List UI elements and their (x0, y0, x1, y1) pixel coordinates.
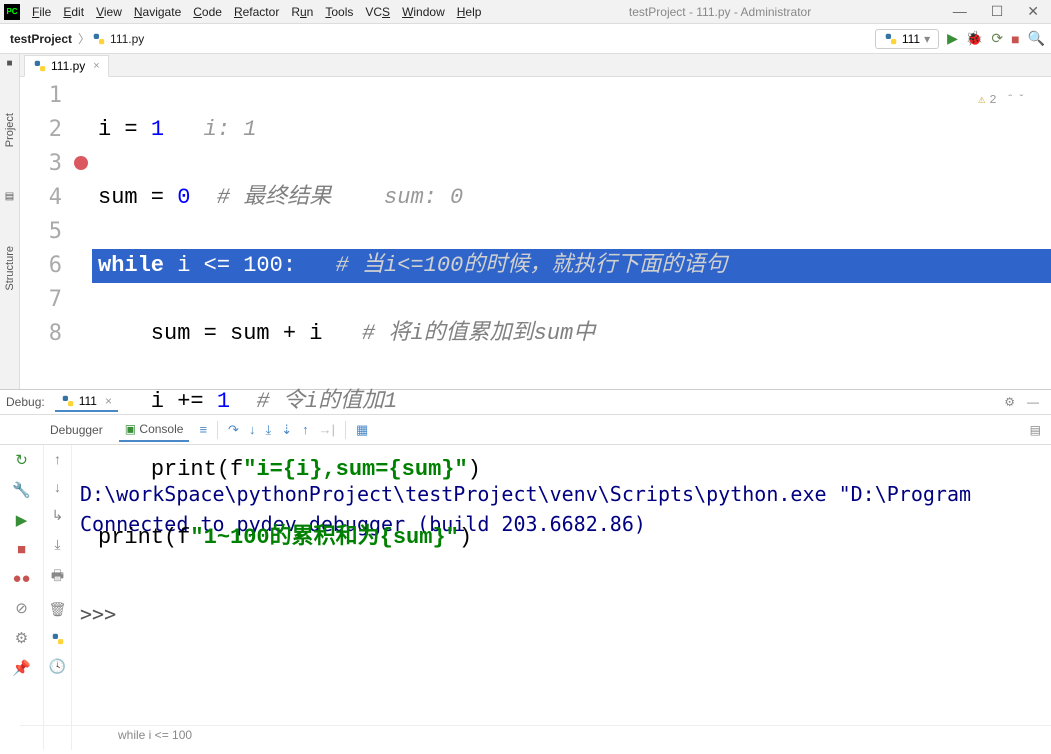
chevron-down-icon: ▾ (924, 32, 930, 46)
debug-button[interactable]: 🐞 (966, 30, 983, 47)
editor-body[interactable]: 12345678 i = 1 i: 1 sum = 0 # 最终结果 sum: … (20, 77, 1051, 725)
python-file-icon (92, 32, 106, 46)
app-logo: PC (4, 4, 20, 20)
chevron-up-icon[interactable]: ˆ (1007, 83, 1014, 117)
inline-hint: sum: 0 (384, 185, 463, 210)
menu-tools[interactable]: Tools (319, 3, 359, 21)
python-file-icon (33, 59, 47, 73)
execution-line-highlight: while i <= 100: # 当i<=100的时候，就执行下面的语句 (92, 249, 1051, 283)
menu-file[interactable]: File (26, 3, 57, 21)
chevron-right-icon: 〉 (76, 30, 92, 47)
run-button[interactable]: ▶ (947, 30, 958, 47)
menu-window[interactable]: Window (396, 3, 451, 21)
menu-help[interactable]: Help (451, 3, 488, 21)
chevron-down-icon[interactable]: ˇ (1018, 83, 1025, 117)
title-bar: PC File Edit View Navigate Code Refactor… (0, 0, 1051, 24)
structure-tool-label[interactable]: Structure (4, 242, 16, 295)
close-tab-icon[interactable]: × (93, 60, 99, 72)
breakpoint-icon[interactable] (74, 156, 88, 170)
editor-tab-label: 111.py (51, 59, 85, 73)
menu-code[interactable]: Code (187, 3, 228, 21)
search-icon[interactable]: 🔍 (1028, 30, 1045, 47)
menu-vcs[interactable]: VCS (359, 3, 396, 21)
breadcrumb-file[interactable]: 111.py (106, 30, 148, 48)
left-tool-stripe: ■ Project ▤ Structure (0, 54, 20, 389)
python-icon (884, 32, 898, 46)
run-configuration-selector[interactable]: 111 ▾ (875, 29, 939, 49)
maximize-icon[interactable]: ☐ (991, 3, 1004, 20)
code-area[interactable]: i = 1 i: 1 sum = 0 # 最终结果 sum: 0 while i… (98, 77, 1051, 725)
menu-refactor[interactable]: Refactor (228, 3, 285, 21)
menu-navigate[interactable]: Navigate (128, 3, 187, 21)
warning-icon: ⚠ (978, 83, 985, 117)
menu-edit[interactable]: Edit (57, 3, 90, 21)
breakpoint-gutter[interactable] (70, 77, 98, 725)
inspection-badge[interactable]: ⚠ 2 ˆ ˇ (978, 83, 1025, 117)
minimize-icon[interactable]: — (953, 3, 967, 20)
menu-view[interactable]: View (90, 3, 128, 21)
editor-tab-active[interactable]: 111.py × (24, 55, 109, 77)
inline-hint: i: 1 (204, 117, 257, 142)
editor-context-breadcrumb: while i <= 100 (20, 725, 1051, 744)
navigation-bar: testProject 〉 111.py 111 ▾ ▶ 🐞 ⟳ ■ 🔍 (0, 24, 1051, 54)
window-title: testProject - 111.py - Administrator (487, 5, 952, 19)
project-tool-label[interactable]: Project (4, 109, 16, 151)
structure-tool-icon[interactable]: ▤ (5, 191, 14, 202)
editor-tabs: 111.py × (20, 54, 1051, 77)
line-number-gutter: 12345678 (20, 77, 70, 725)
menu-run[interactable]: Run (285, 3, 319, 21)
close-icon[interactable]: ✕ (1027, 3, 1039, 20)
run-config-name: 111 (902, 32, 920, 46)
breadcrumb-project[interactable]: testProject (6, 30, 76, 48)
project-tool-icon[interactable]: ■ (6, 58, 12, 69)
rerun-button[interactable]: ⟳ (991, 30, 1003, 47)
stop-button[interactable]: ■ (1011, 31, 1019, 47)
